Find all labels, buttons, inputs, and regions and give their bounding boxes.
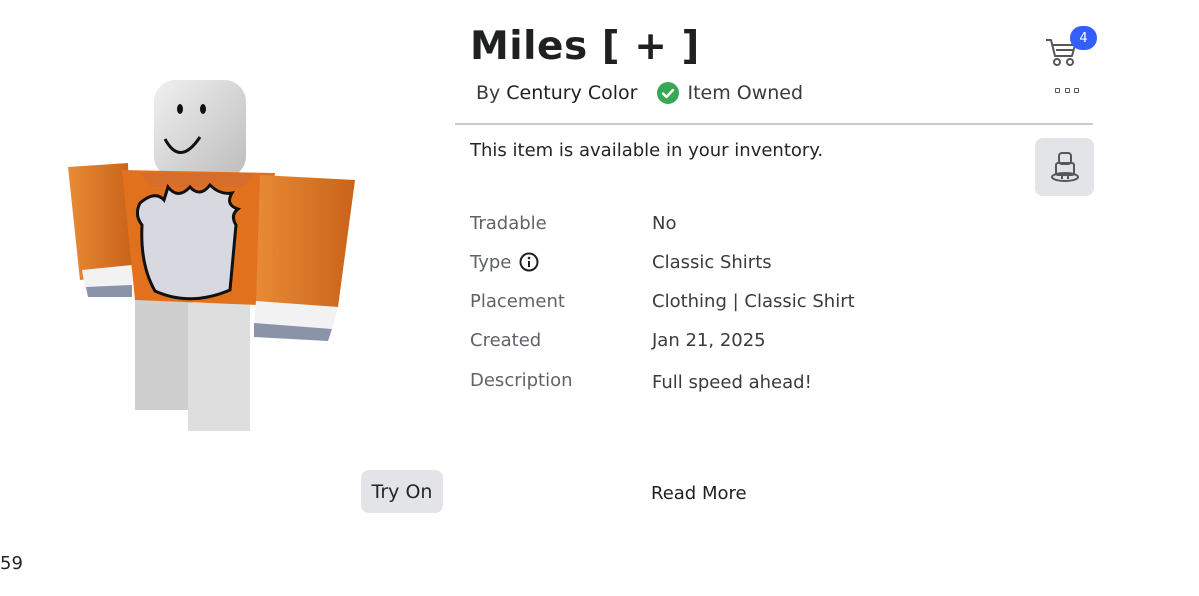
page-number: 59 xyxy=(0,553,23,574)
byline: By Century Color Item Owned xyxy=(476,82,803,104)
item-thumbnail xyxy=(60,75,370,445)
owned-label: Item Owned xyxy=(687,82,804,104)
detail-value: Classic Shirts xyxy=(652,251,772,273)
creator-link[interactable]: Century Color xyxy=(506,82,637,104)
detail-label: Type xyxy=(470,251,512,273)
view-on-avatar-button[interactable] xyxy=(1035,138,1094,196)
detail-value: Jan 21, 2025 xyxy=(652,329,766,351)
detail-row-type: Type Classic Shirts xyxy=(470,247,1070,277)
avatar-icon xyxy=(1050,152,1079,182)
detail-label: Placement xyxy=(470,290,565,312)
try-on-button[interactable]: Try On xyxy=(361,470,443,513)
detail-row-tradable: Tradable No xyxy=(470,208,1070,238)
check-icon xyxy=(657,82,680,104)
info-icon[interactable] xyxy=(519,252,539,272)
by-prefix: By xyxy=(476,82,501,104)
cart-count-badge: 4 xyxy=(1070,26,1097,50)
detail-row-description: Description Full speed ahead! xyxy=(470,365,1070,395)
item-title: Miles [ + ] xyxy=(470,24,700,69)
availability-text: This item is available in your inventory… xyxy=(470,140,824,161)
detail-row-placement: Placement Clothing | Classic Shirt xyxy=(470,286,1070,316)
detail-label: Tradable xyxy=(470,212,547,234)
detail-label-type: Type xyxy=(470,252,652,273)
detail-row-created: Created Jan 21, 2025 xyxy=(470,325,1070,355)
more-options-icon[interactable] xyxy=(1055,84,1079,96)
owned-status: Item Owned xyxy=(657,82,803,104)
detail-value: No xyxy=(652,212,677,234)
read-more-link[interactable]: Read More xyxy=(651,483,747,504)
item-details-page: Try On 59 Miles [ + ] By Century Color I… xyxy=(0,0,1199,596)
detail-label: Created xyxy=(470,329,542,351)
detail-label: Description xyxy=(470,369,573,391)
detail-value: Clothing | Classic Shirt xyxy=(652,290,855,312)
detail-value: Full speed ahead! xyxy=(652,371,812,393)
divider xyxy=(455,123,1093,125)
